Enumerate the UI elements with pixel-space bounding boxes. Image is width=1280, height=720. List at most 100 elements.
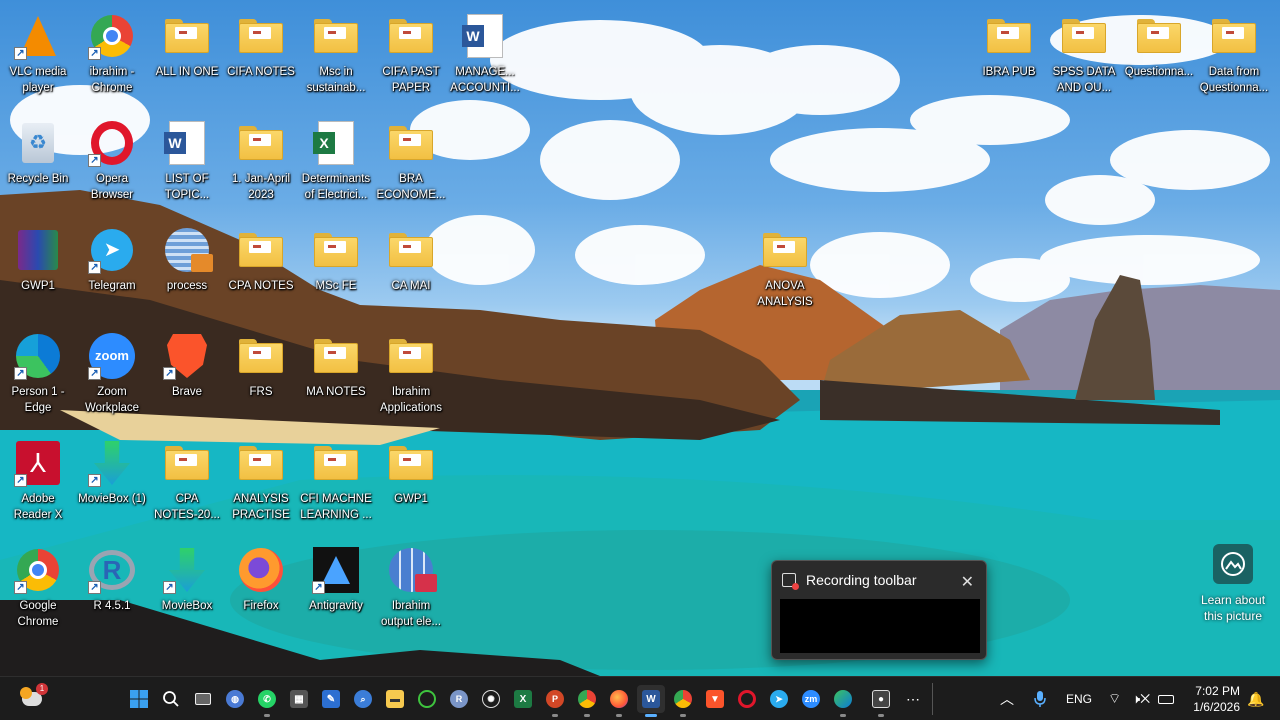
desktop-icon-glyph: [237, 12, 285, 60]
desktop-icon-folder[interactable]: SPSS DATA AND OU...: [1046, 8, 1122, 108]
desktop-icon-r[interactable]: R ↗ R 4.5.1: [74, 542, 150, 642]
battery-button[interactable]: [1158, 677, 1174, 720]
desktop-icon-folder[interactable]: MSc FE: [298, 222, 374, 322]
taskbar-app-search-tool[interactable]: ⌕: [349, 685, 377, 713]
desktop-icon-label: Ibrahim Applications: [379, 386, 442, 414]
desktop-icon-chrome[interactable]: ↗ ibrahim - Chrome: [74, 8, 150, 108]
folder-icon: [389, 126, 433, 160]
desktop-icon-excel[interactable]: X Determinants of Electrici...: [298, 115, 374, 215]
desktop-icon-moviebox[interactable]: ↗ MovieBox: [149, 542, 225, 642]
taskbar-app-chrome[interactable]: [573, 685, 601, 717]
desktop-icon-telegram[interactable]: ➤ ↗ Telegram: [74, 222, 150, 322]
taskbar-app-file-explorer[interactable]: ▬: [381, 685, 409, 713]
desktop-icon-folder[interactable]: IBRA PUB: [971, 8, 1047, 108]
desktop-icon-moviebox[interactable]: ↗ MovieBox (1): [74, 435, 150, 535]
taskbar-app-recorder[interactable]: ●: [867, 685, 895, 717]
wifi-icon: ⌔: [1108, 690, 1122, 706]
desktop-icon-folder[interactable]: ANALYSIS PRACTISE: [223, 435, 299, 535]
desktop-icon-folder[interactable]: CIFA NOTES: [223, 8, 299, 108]
desktop-icon-folder[interactable]: CPA NOTES: [223, 222, 299, 322]
desktop-icon-glyph: [312, 12, 360, 60]
desktop-icon-word[interactable]: W LIST OF TOPIC...: [149, 115, 225, 215]
start-button[interactable]: [125, 685, 153, 713]
recording-toolbar-popup: Recording toolbar ✕: [771, 560, 987, 660]
desktop-icon-folder[interactable]: GWP1: [373, 435, 449, 535]
microphone-button[interactable]: [1033, 677, 1047, 720]
volume-button[interactable]: 🕨✕: [1132, 677, 1150, 720]
taskbar-app-word[interactable]: W: [637, 685, 665, 717]
weather-widget[interactable]: 1: [18, 683, 48, 713]
desktop-icon-process[interactable]: process: [149, 222, 225, 322]
desktop-icon-folder[interactable]: Ibrahim Applications: [373, 328, 449, 428]
desktop-icon-glyph: [387, 439, 435, 487]
desktop-icon-glyph: [387, 226, 435, 274]
desktop-icon-glyph: [237, 119, 285, 167]
close-icon[interactable]: ✕: [961, 572, 974, 592]
desktop-icon-folder[interactable]: MA NOTES: [298, 328, 374, 428]
desktop-icon-glyph: ↗: [14, 332, 62, 380]
taskbar-app-excel[interactable]: X: [509, 685, 537, 713]
taskbar-app-firefox[interactable]: [605, 685, 633, 717]
desktop-icon-edge[interactable]: ↗ Person 1 - Edge: [0, 328, 76, 428]
taskbar-app-calculator[interactable]: ▦: [285, 685, 313, 713]
desktop-icon-vlc[interactable]: ↗ VLC media player: [0, 8, 76, 108]
desktop-icon-calc[interactable]: Ibrahim output ele...: [373, 542, 449, 642]
desktop-icon-folder[interactable]: FRS: [223, 328, 299, 428]
wifi-button[interactable]: ⌔: [1108, 677, 1121, 720]
desktop-icon-folder[interactable]: CFI MACHNE LEARNING ...: [298, 435, 374, 535]
desktop-icon-zoom[interactable]: zoom ↗ Zoom Workplace: [74, 328, 150, 428]
learn-about-picture[interactable]: Learn about this picture: [1196, 544, 1270, 624]
show-hidden-icons-button[interactable]: ︿: [1000, 677, 1014, 720]
taskbar-app-opera[interactable]: [733, 685, 761, 713]
desktop-icon-label: FRS: [249, 386, 273, 398]
task-view-button[interactable]: [189, 685, 217, 713]
zoom-icon: zm: [802, 690, 820, 708]
taskbar-app-telegram[interactable]: ➤: [765, 685, 793, 713]
notifications-button[interactable]: 🔔: [1247, 677, 1264, 720]
desktop-icon-folder[interactable]: Questionna...: [1121, 8, 1197, 108]
desktop-icon-winrar[interactable]: GWP1: [0, 222, 76, 322]
desktop-icon-folder[interactable]: Msc in sustainab...: [298, 8, 374, 108]
desktop-icon-firefox[interactable]: Firefox: [223, 542, 299, 642]
taskbar-app-edge[interactable]: [829, 685, 857, 717]
desktop-icon-label: IBRA PUB: [982, 66, 1036, 78]
taskbar-app-refresh[interactable]: [413, 685, 441, 713]
folder-icon: [389, 19, 433, 53]
desktop-icon-glyph: [163, 12, 211, 60]
taskbar-app-chatgpt[interactable]: ✺: [477, 685, 505, 713]
desktop-icon-folder[interactable]: BRA ECONOME...: [373, 115, 449, 215]
desktop-icon-label: CPA NOTES-20...: [154, 493, 220, 521]
desktop-icon-antigravity[interactable]: ↗ Antigravity: [298, 542, 374, 642]
desktop-icon-folder[interactable]: CA MAI: [373, 222, 449, 322]
taskbar-app-brave[interactable]: ▼: [701, 685, 729, 713]
taskbar-app-chrome-2[interactable]: [669, 685, 697, 717]
desktop-icon-folder[interactable]: ANOVA ANALYSIS: [747, 222, 823, 322]
firefox-icon: [610, 690, 628, 708]
shortcut-arrow-icon: ↗: [88, 581, 101, 594]
desktop-icon-folder[interactable]: CIFA PAST PAPER: [373, 8, 449, 108]
desktop-icon-folder[interactable]: CPA NOTES-20...: [149, 435, 225, 535]
folder-icon: [389, 339, 433, 373]
desktop-icon-folder[interactable]: Data from Questionna...: [1196, 8, 1272, 108]
desktop-icon-opera[interactable]: ↗ Opera Browser: [74, 115, 150, 215]
taskbar-app-whatsapp[interactable]: ✆: [253, 685, 281, 717]
taskbar-app-zoom[interactable]: zm: [797, 685, 825, 713]
desktop-icon-folder[interactable]: 1. Jan-April 2023: [223, 115, 299, 215]
clock[interactable]: 7:02 PM 1/6/2026: [1193, 683, 1240, 715]
search-button[interactable]: [157, 685, 185, 713]
desktop-icon-chrome[interactable]: ↗ Google Chrome: [0, 542, 76, 642]
taskbar-more-button[interactable]: ⋯: [899, 685, 927, 713]
desktop-icon-folder[interactable]: ALL IN ONE: [149, 8, 225, 108]
taskbar-app-r[interactable]: R: [445, 685, 473, 713]
taskbar-app-notes[interactable]: ✎: [317, 685, 345, 713]
desktop-icon-recycle[interactable]: ♻ Recycle Bin: [0, 115, 76, 215]
desktop-icon-brave[interactable]: ↗ Brave: [149, 328, 225, 428]
magnifier-icon: ⌕: [354, 690, 372, 708]
desktop-icon-label: Telegram: [88, 280, 136, 292]
taskbar-app-powerpoint[interactable]: P: [541, 685, 569, 717]
desktop-icon-word[interactable]: W MANAGE... ACCOUNTI...: [447, 8, 523, 108]
taskbar-app-copilot[interactable]: ◍: [221, 685, 249, 713]
desktop-icon-adobe[interactable]: ⅄ ↗ Adobe Reader X: [0, 435, 76, 535]
desktop-icon-label: Zoom Workplace: [84, 386, 140, 414]
language-indicator[interactable]: ENG: [1066, 677, 1092, 720]
